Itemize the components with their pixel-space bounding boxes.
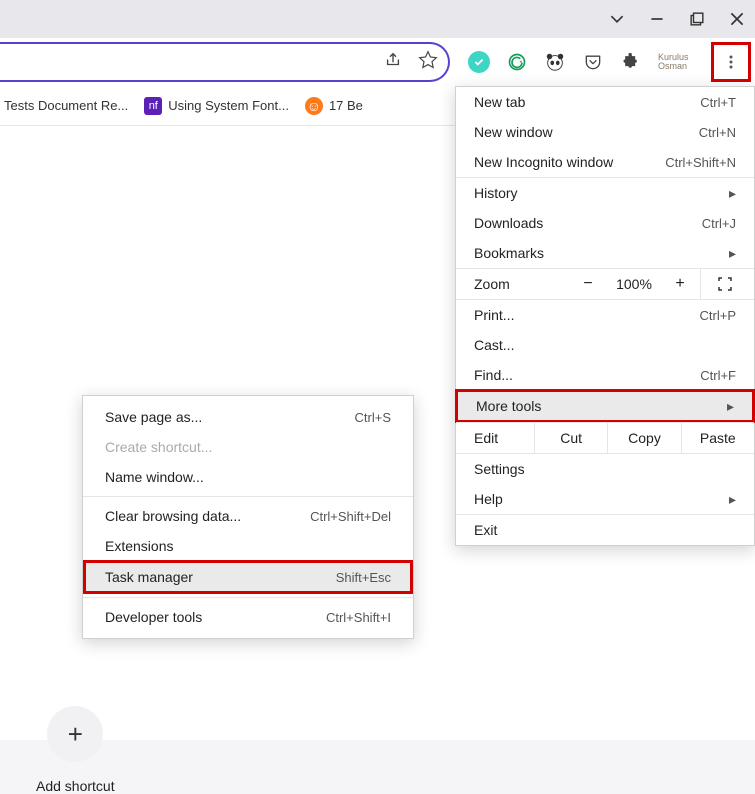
menu-item-cast[interactable]: Cast... [456,330,754,360]
extensions-row: KurulusOsman [450,51,689,73]
menu-item-downloads[interactable]: Downloads Ctrl+J [456,208,754,238]
submenu-separator [83,496,413,497]
submenu-shortcut: Shift+Esc [336,570,391,585]
submenu-item-clear-browsing[interactable]: Clear browsing data... Ctrl+Shift+Del [83,501,413,531]
menu-shortcut: Ctrl+T [700,95,736,110]
submenu-item-create-shortcut: Create shortcut... [83,432,413,462]
menu-label: More tools [476,398,541,414]
zoom-out-button[interactable]: − [568,275,608,293]
extension-icon-1[interactable] [468,51,490,73]
menu-item-exit[interactable]: Exit [456,515,754,545]
submenu-label: Save page as... [105,409,202,425]
bookmark-item[interactable]: ☺ 17 Be [305,97,363,115]
menu-label: History [474,185,518,201]
submenu-shortcut: Ctrl+Shift+Del [310,509,391,524]
copy-button[interactable]: Copy [607,423,680,453]
bookmark-favicon: nf [144,97,162,115]
menu-item-more-tools[interactable]: More tools ▸ [455,389,755,423]
main-menu: New tab Ctrl+T New window Ctrl+N New Inc… [455,86,755,546]
bookmark-label: 17 Be [329,98,363,113]
more-tools-submenu: Save page as... Ctrl+S Create shortcut..… [82,395,414,639]
bookmark-item[interactable]: Tests Document Re... [4,98,128,113]
submenu-shortcut: Ctrl+S [355,410,391,425]
menu-shortcut: Ctrl+P [700,308,736,323]
add-shortcut-tile[interactable]: + Add shortcut [36,706,115,794]
menu-item-new-tab[interactable]: New tab Ctrl+T [456,87,754,117]
maximize-icon[interactable] [689,11,705,27]
close-icon[interactable] [729,11,745,27]
add-shortcut-label: Add shortcut [36,778,115,794]
minimize-icon[interactable] [649,11,665,27]
menu-shortcut: Ctrl+J [702,216,736,231]
menu-item-print[interactable]: Print... Ctrl+P [456,300,754,330]
submenu-item-developer-tools[interactable]: Developer tools Ctrl+Shift+I [83,602,413,632]
menu-item-new-window[interactable]: New window Ctrl+N [456,117,754,147]
menu-label: Downloads [474,215,543,231]
submenu-label: Create shortcut... [105,439,212,455]
menu-item-bookmarks[interactable]: Bookmarks ▸ [456,238,754,268]
vertical-dots-icon [723,54,739,70]
bookmark-star-icon[interactable] [418,50,438,75]
zoom-value: 100% [608,276,660,292]
menu-label: Find... [474,367,513,383]
submenu-arrow-icon: ▸ [727,398,734,415]
cut-button[interactable]: Cut [534,423,607,453]
bookmark-label: Tests Document Re... [4,98,128,113]
zoom-label: Zoom [474,276,568,292]
main-menu-button[interactable] [711,42,751,82]
bookmark-item[interactable]: nf Using System Font... [144,97,289,115]
submenu-label: Task manager [105,569,193,585]
submenu-separator [83,597,413,598]
panda-icon[interactable] [544,51,566,73]
zoom-in-button[interactable]: + [660,275,700,293]
menu-label: Settings [474,461,525,477]
menu-label: Cast... [474,337,514,353]
submenu-item-save-page[interactable]: Save page as... Ctrl+S [83,402,413,432]
submenu-label: Name window... [105,469,204,485]
submenu-item-name-window[interactable]: Name window... [83,462,413,492]
submenu-item-task-manager[interactable]: Task manager Shift+Esc [83,560,413,594]
window-titlebar [0,0,755,38]
menu-label: New window [474,124,553,140]
submenu-item-extensions[interactable]: Extensions [83,531,413,561]
menu-label: New tab [474,94,525,110]
menu-item-new-incognito[interactable]: New Incognito window Ctrl+Shift+N [456,147,754,177]
menu-item-edit: Edit Cut Copy Paste [456,423,754,453]
submenu-arrow-icon: ▸ [729,491,736,508]
menu-item-history[interactable]: History ▸ [456,178,754,208]
submenu-label: Developer tools [105,609,202,625]
menu-label: Help [474,491,503,507]
grammarly-icon[interactable] [506,51,528,73]
address-bar-row: KurulusOsman [0,38,755,86]
submenu-arrow-icon: ▸ [729,185,736,202]
bookmark-favicon: ☺ [305,97,323,115]
menu-item-zoom: Zoom − 100% + [456,269,754,299]
address-bar[interactable] [0,42,450,82]
menu-item-settings[interactable]: Settings [456,454,754,484]
menu-item-find[interactable]: Find... Ctrl+F [456,360,754,390]
chevron-down-icon[interactable] [609,11,625,27]
menu-shortcut: Ctrl+F [700,368,736,383]
edit-label: Edit [474,430,534,446]
share-icon[interactable] [384,51,402,74]
submenu-label: Clear browsing data... [105,508,241,524]
fullscreen-button[interactable] [700,269,748,299]
extensions-puzzle-icon[interactable] [620,51,642,73]
bookmark-label: Using System Font... [168,98,289,113]
submenu-arrow-icon: ▸ [729,245,736,262]
menu-shortcut: Ctrl+N [699,125,736,140]
menu-shortcut: Ctrl+Shift+N [665,155,736,170]
submenu-shortcut: Ctrl+Shift+I [326,610,391,625]
submenu-label: Extensions [105,538,173,554]
menu-label: Bookmarks [474,245,544,261]
menu-label: Exit [474,522,497,538]
pocket-icon[interactable] [582,51,604,73]
menu-label: New Incognito window [474,154,613,170]
paste-button[interactable]: Paste [681,423,754,453]
menu-item-help[interactable]: Help ▸ [456,484,754,514]
menu-label: Print... [474,307,514,323]
plus-icon: + [47,706,103,762]
extension-text-icon[interactable]: KurulusOsman [658,51,689,73]
